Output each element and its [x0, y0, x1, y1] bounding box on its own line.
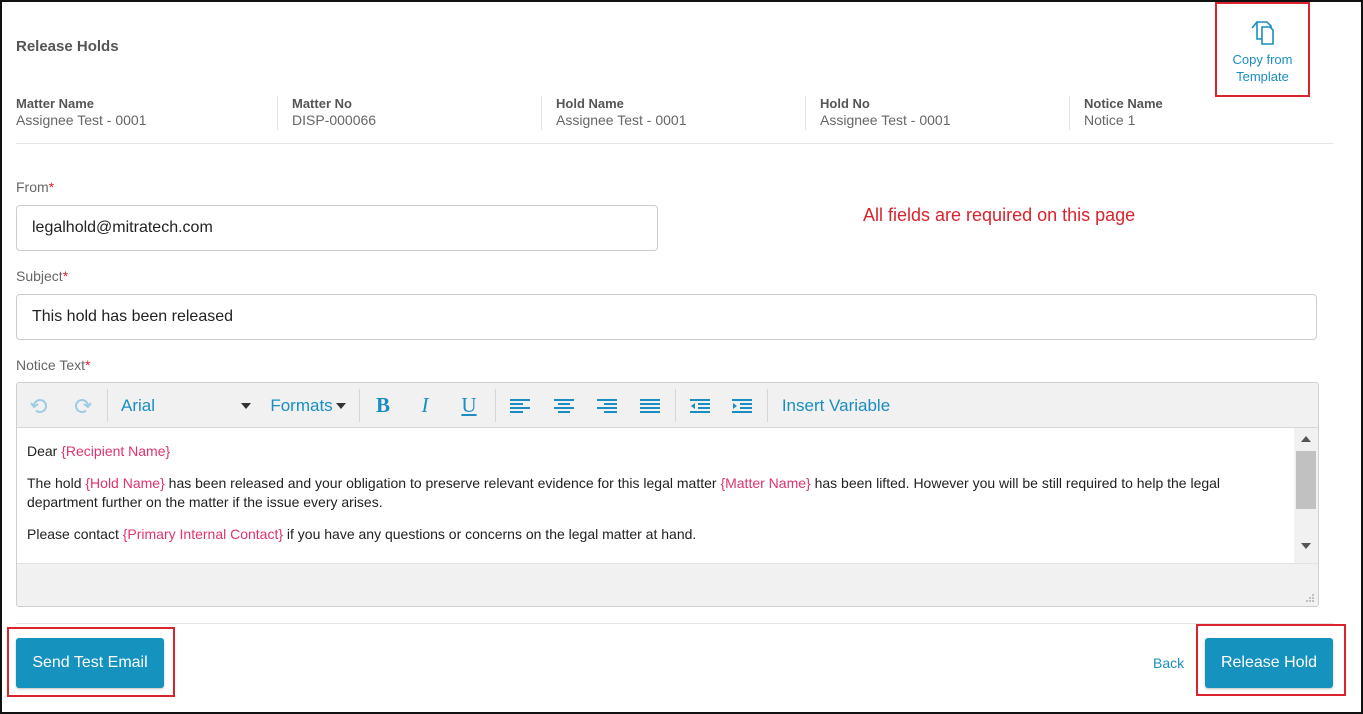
notice-text: if you have any questions or concerns on…	[283, 526, 697, 542]
required-mark: *	[85, 357, 91, 373]
editor-statusbar	[17, 563, 1318, 606]
editor-scrollbar[interactable]	[1294, 428, 1318, 563]
outdent-icon[interactable]	[687, 383, 713, 428]
page-title: Release Holds	[16, 38, 119, 55]
formats-label: Formats	[270, 395, 333, 415]
meta-notice-name: Notice Name Notice 1	[1069, 96, 1163, 130]
meta-value: DISP-000066	[292, 112, 377, 128]
meta-matter-no: Matter No DISP-000066	[277, 96, 376, 130]
from-field[interactable]: legalhold@mitratech.com	[16, 205, 658, 251]
editor-toolbar: Arial Formats B I U Insert Variable	[17, 383, 1318, 428]
send-test-email-button[interactable]: Send Test Email	[16, 638, 164, 688]
notice-paragraph: The hold {Hold Name} has been released a…	[27, 474, 1284, 512]
redo-icon[interactable]	[69, 383, 97, 428]
meta-label: Hold Name	[556, 96, 624, 111]
notice-label-text: Notice Text	[16, 357, 85, 373]
notice-text: Dear	[27, 443, 62, 459]
insert-variable-button[interactable]: Insert Variable	[781, 383, 891, 428]
notice-paragraph: Dear {Recipient Name}	[27, 442, 1284, 461]
chevron-down-icon	[241, 402, 251, 409]
meta-label: Matter No	[292, 96, 352, 111]
toolbar-divider	[675, 389, 676, 422]
from-label-text: From	[16, 179, 49, 195]
copy-icon	[1217, 18, 1308, 51]
align-right-icon[interactable]	[594, 383, 620, 428]
back-link[interactable]: Back	[1153, 655, 1184, 671]
required-note: All fields are required on this page	[863, 205, 1136, 225]
variable-token: {Primary Internal Contact}	[122, 526, 284, 542]
scroll-up-arrow-icon[interactable]	[1301, 436, 1311, 442]
chevron-down-icon	[335, 402, 346, 409]
notice-text-editor: Arial Formats B I U Insert Variable Dear…	[16, 382, 1319, 607]
align-left-icon[interactable]	[507, 383, 533, 428]
resize-handle-icon[interactable]	[1304, 594, 1314, 604]
toolbar-divider	[107, 389, 108, 422]
notice-text: Please contact	[27, 526, 123, 542]
meta-matter-name: Matter Name Assignee Test - 0001	[16, 96, 147, 130]
required-mark: *	[48, 179, 55, 195]
meta-label: Notice Name	[1084, 96, 1163, 111]
notice-text: has been released and your obligation to…	[164, 475, 721, 491]
meta-value: Assignee Test - 0001	[16, 112, 147, 128]
subject-label: Subject*	[16, 268, 68, 284]
undo-icon[interactable]	[25, 383, 53, 428]
from-label: From*	[16, 179, 54, 195]
copy-template-label-2: Template	[1236, 69, 1289, 84]
toolbar-divider	[495, 389, 496, 422]
subject-label-text: Subject	[16, 268, 63, 284]
release-hold-button[interactable]: Release Hold	[1205, 638, 1333, 688]
underline-button[interactable]: U	[455, 383, 483, 428]
hold-details: Matter Name Assignee Test - 0001 Matter …	[16, 96, 1333, 144]
notice-paragraph: Please contact {Primary Internal Contact…	[27, 525, 1284, 544]
footer-divider	[16, 623, 1333, 624]
font-family-select[interactable]: Arial	[121, 383, 251, 428]
scroll-thumb[interactable]	[1296, 451, 1316, 509]
toolbar-divider	[359, 389, 360, 422]
meta-hold-no: Hold No Assignee Test - 0001	[805, 96, 951, 130]
notice-text-label: Notice Text*	[16, 357, 90, 373]
meta-label: Hold No	[820, 96, 870, 111]
meta-value: Assignee Test - 0001	[556, 112, 687, 128]
meta-value: Notice 1	[1084, 112, 1136, 128]
copy-template-label-1: Copy from	[1232, 52, 1293, 67]
variable-token: {Recipient Name}	[61, 443, 171, 459]
notice-text: The hold	[27, 475, 86, 491]
insert-variable-label: Insert Variable	[781, 395, 891, 415]
meta-value: Assignee Test - 0001	[820, 112, 951, 128]
align-justify-icon[interactable]	[637, 383, 663, 428]
variable-token: {Hold Name}	[85, 475, 165, 491]
indent-icon[interactable]	[729, 383, 755, 428]
italic-button[interactable]: I	[411, 383, 439, 428]
bold-button[interactable]: B	[369, 383, 397, 428]
copy-from-template-button[interactable]: Copy from Template	[1215, 2, 1310, 97]
toolbar-divider	[767, 389, 768, 422]
variable-token: {Matter Name}	[720, 475, 811, 491]
subject-field[interactable]: This hold has been released	[16, 294, 1317, 340]
required-mark: *	[62, 268, 69, 284]
align-center-icon[interactable]	[551, 383, 577, 428]
notice-text-content[interactable]: Dear {Recipient Name} The hold {Hold Nam…	[17, 428, 1294, 563]
scroll-down-arrow-icon[interactable]	[1301, 543, 1311, 549]
meta-label: Matter Name	[16, 96, 95, 111]
meta-hold-name: Hold Name Assignee Test - 0001	[541, 96, 687, 130]
font-family-value: Arial	[121, 395, 156, 415]
formats-dropdown[interactable]: Formats	[269, 383, 347, 428]
